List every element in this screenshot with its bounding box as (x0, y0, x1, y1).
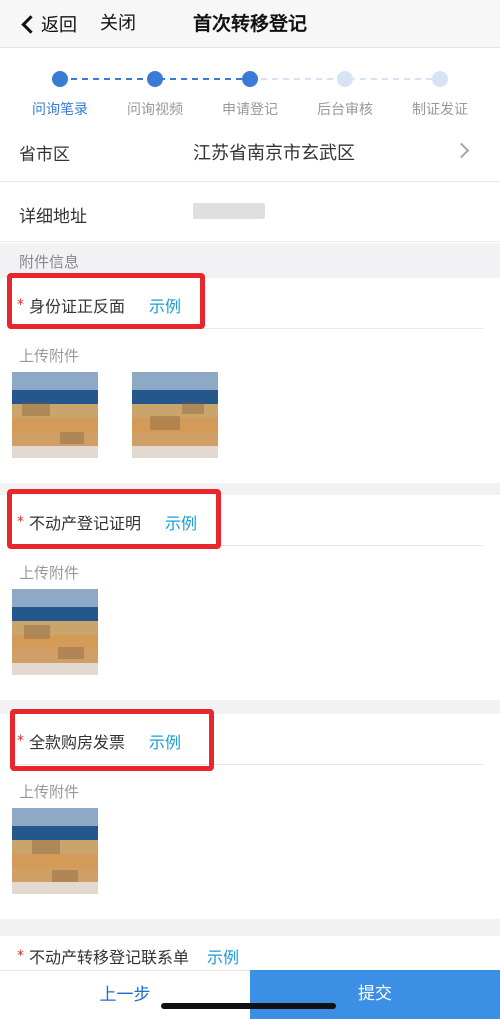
step-dot-5 (432, 71, 448, 87)
step-dot-3 (242, 71, 258, 87)
bottom-action-bar: 上一步 提交 (0, 970, 500, 1019)
highlight-box (7, 489, 221, 549)
step-label-4: 后台审核 (317, 102, 373, 118)
highlight-box (7, 273, 205, 329)
attachment-thumbnail[interactable] (132, 372, 218, 458)
example-link[interactable]: 示例 (207, 944, 239, 968)
chevron-right-icon (453, 142, 470, 159)
address-label: 详细地址 (19, 207, 87, 227)
attachment-thumbnail[interactable] (12, 372, 98, 458)
section-gap (0, 919, 500, 936)
attachment-thumbnail[interactable] (12, 808, 98, 894)
step-dot-1 (52, 71, 68, 87)
step-label-3: 申请登记 (222, 102, 278, 118)
upload-label: 上传附件 (19, 783, 80, 801)
progress-track (52, 71, 448, 87)
prev-step-button[interactable]: 上一步 (0, 970, 250, 1019)
attachments-section-title: 附件信息 (19, 253, 80, 271)
province-label: 省市区 (19, 145, 70, 165)
upload-label: 上传附件 (19, 564, 80, 582)
province-row[interactable]: 省市区 江苏省南京市玄武区 (0, 128, 500, 182)
step-dot-4 (337, 71, 353, 87)
step-label-5: 制证发证 (412, 102, 468, 118)
home-indicator (161, 1003, 336, 1009)
attachment-title-row: * 不动产转移登记联系单 示例 (17, 944, 239, 968)
step-dot-2 (147, 71, 163, 87)
address-row[interactable]: 详细地址 (0, 182, 500, 242)
page-title: 首次转移登记 (0, 10, 500, 38)
page-title-text: 首次转移登记 (192, 13, 307, 35)
upload-label: 上传附件 (19, 347, 80, 365)
step-label-2: 问询视频 (127, 102, 183, 118)
highlight-box (10, 709, 214, 771)
address-value-redacted[interactable] (193, 203, 265, 219)
province-value: 江苏省南京市玄武区 (193, 143, 355, 164)
step-label-1: 问询笔录 (32, 102, 88, 118)
attachment-title: 不动产转移登记联系单 (29, 948, 190, 967)
required-mark: * (17, 948, 24, 964)
nav-bar: 返回 关闭 首次转移登记 (0, 0, 500, 48)
progress-steps: 问询笔录 问询视频 申请登记 后台审核 制证发证 (0, 48, 500, 128)
attachment-thumbnail[interactable] (12, 589, 98, 675)
attachment-card-transfer-form: * 不动产转移登记联系单 示例 (0, 936, 500, 970)
submit-button[interactable]: 提交 (250, 970, 500, 1019)
